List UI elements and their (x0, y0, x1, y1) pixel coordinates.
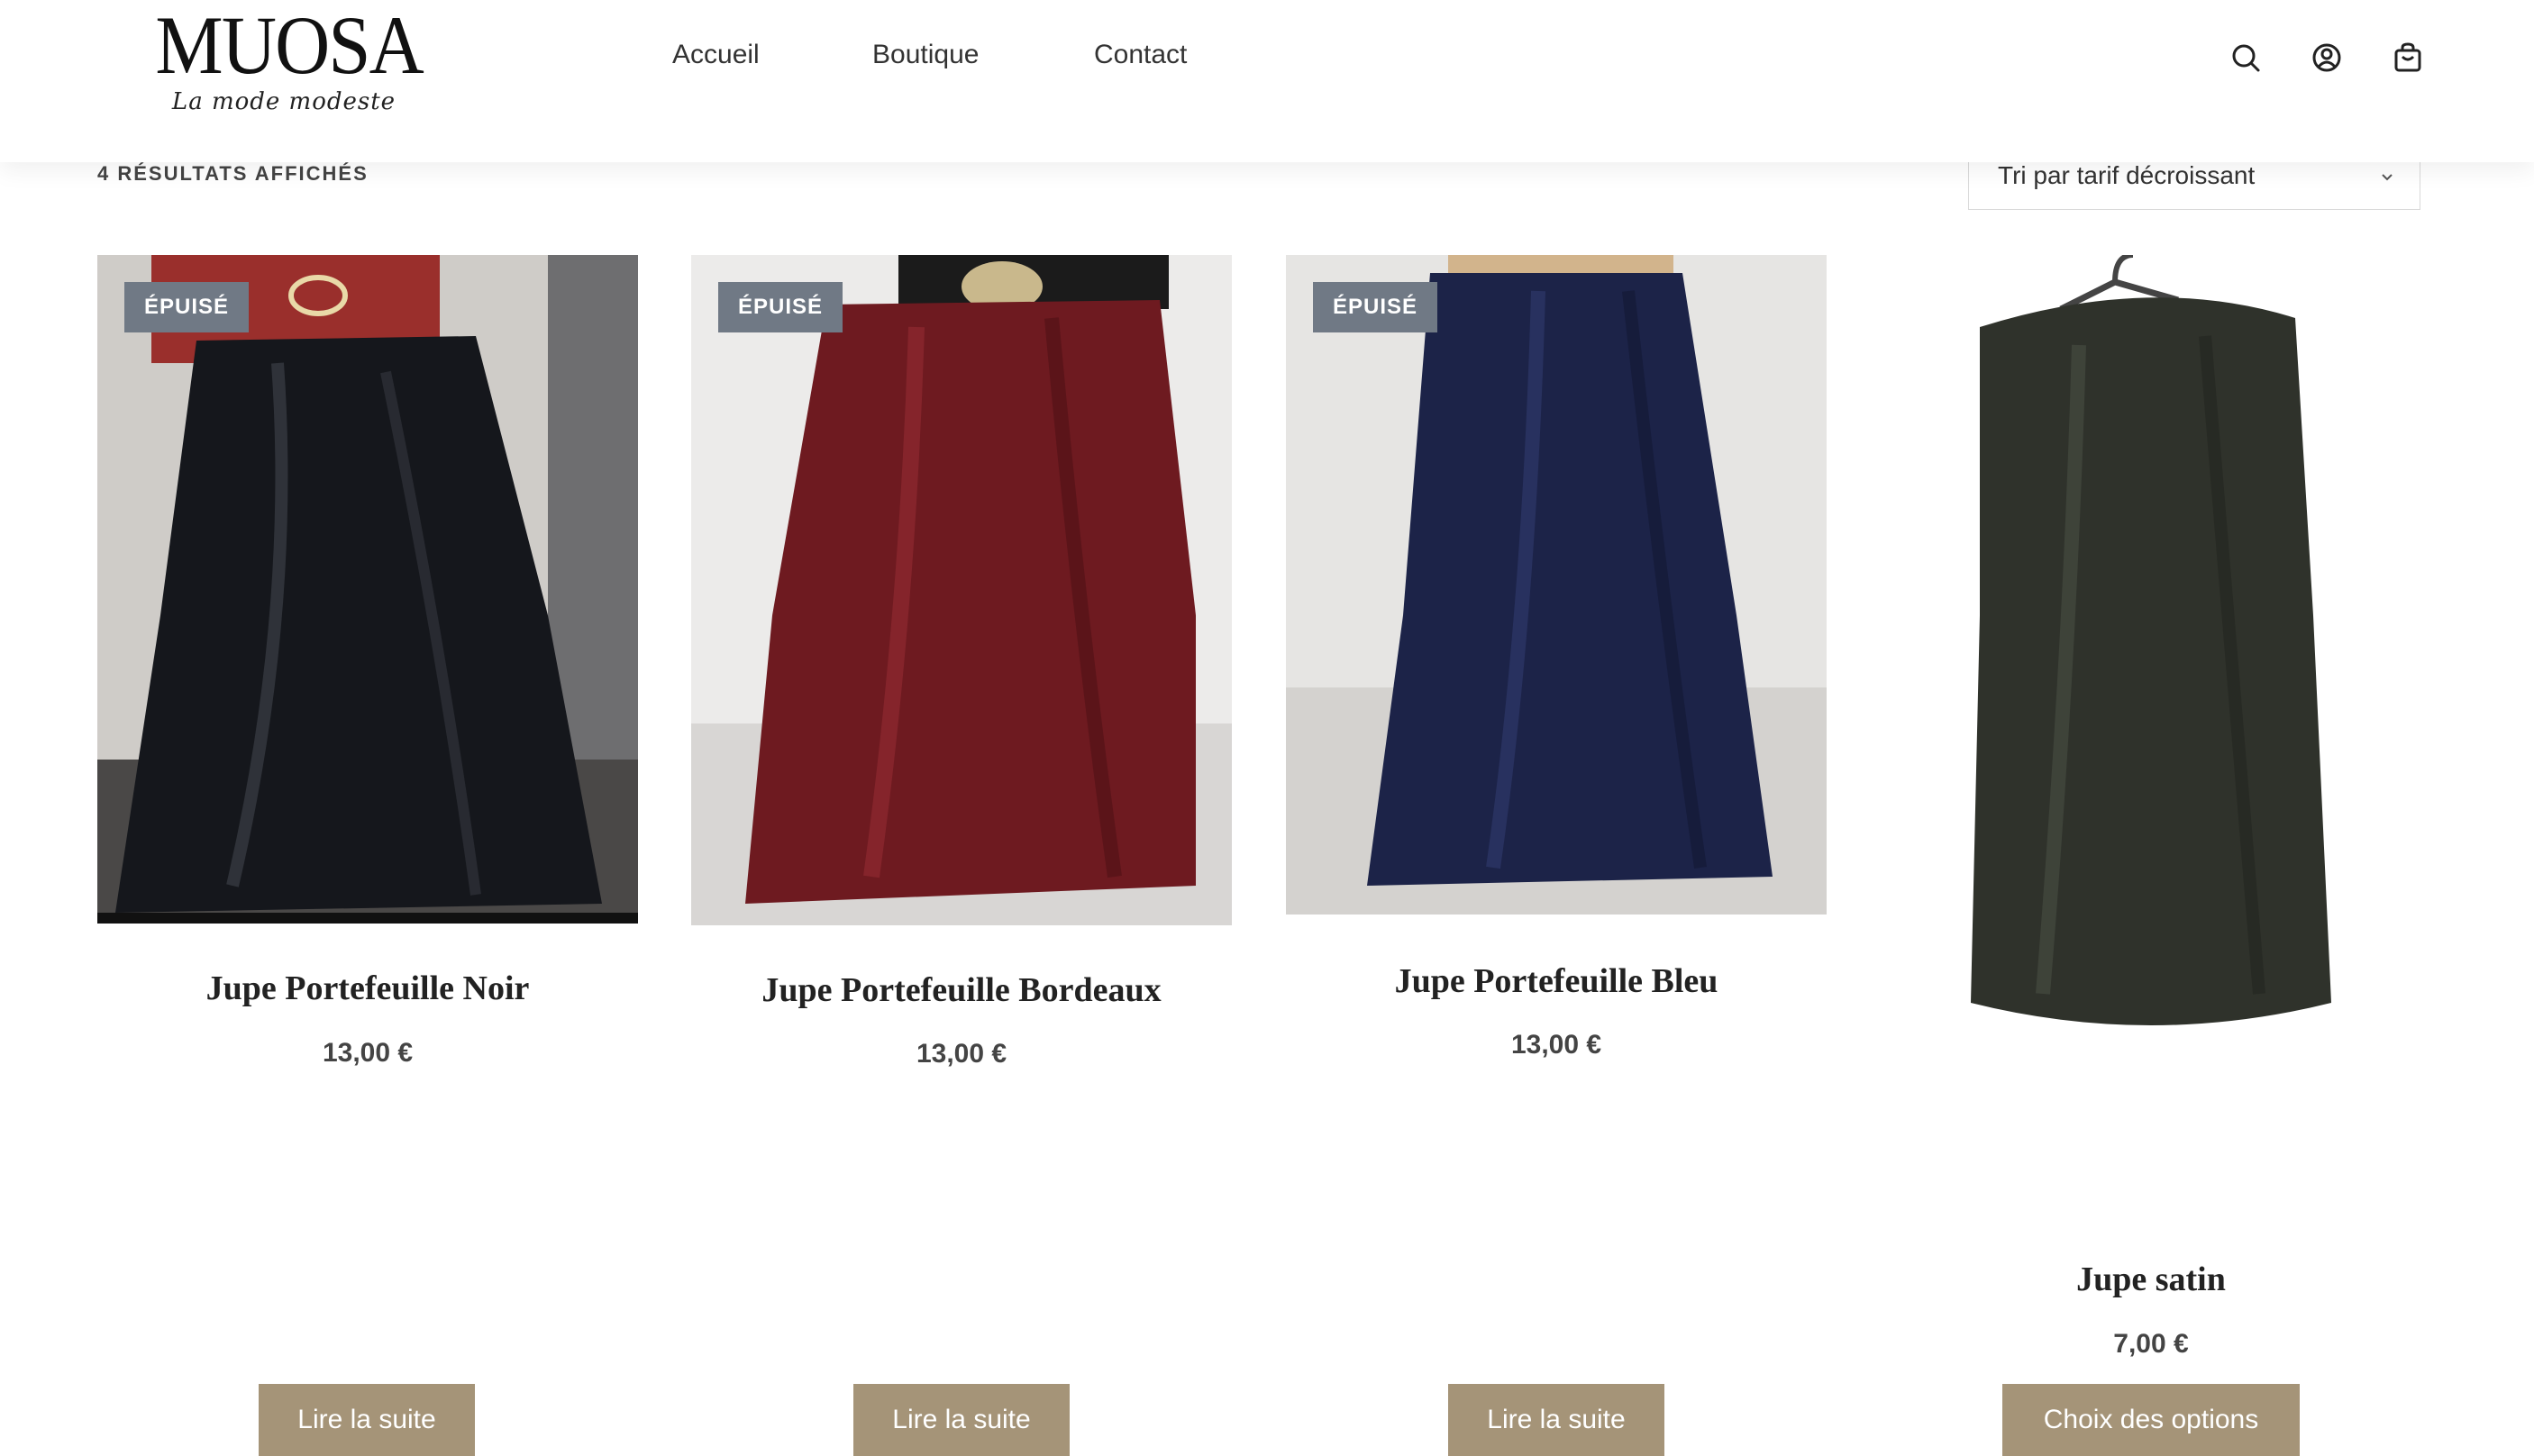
nav-contact[interactable]: Contact (1094, 40, 1187, 70)
account-icon[interactable] (2309, 40, 2345, 76)
nav-boutique[interactable]: Boutique (872, 40, 979, 70)
product-price: 13,00 € (1510, 1030, 1602, 1060)
product-image[interactable]: ÉPUISÉ (691, 255, 1232, 925)
logo-wordmark: MUOSA (155, 0, 424, 91)
sold-out-badge: ÉPUISÉ (718, 282, 843, 332)
product-title[interactable]: Jupe satin (1881, 1260, 2421, 1299)
read-more-button[interactable]: Lire la suite (853, 1384, 1070, 1456)
search-icon[interactable] (2228, 40, 2264, 76)
cart-icon[interactable] (2390, 40, 2426, 76)
skirt-photo-noir (97, 255, 638, 924)
results-count: 4 RÉSULTATS AFFICHÉS (97, 162, 369, 185)
product-image[interactable]: ÉPUISÉ (1286, 255, 1827, 915)
read-more-button[interactable]: Lire la suite (1448, 1384, 1664, 1456)
sort-selected-value: Tri par tarif décroissant (1998, 161, 2256, 189)
skirt-photo-satin (1971, 255, 2331, 1026)
site-logo[interactable]: MUOSA La mode modeste (144, 0, 424, 117)
product-title[interactable]: Jupe Portefeuille Noir (97, 969, 638, 1008)
sold-out-badge: ÉPUISÉ (124, 282, 250, 332)
product-title[interactable]: Jupe Portefeuille Bleu (1286, 961, 1827, 1001)
product-image[interactable] (1881, 255, 2421, 1210)
logo-tagline: La mode modeste (171, 88, 397, 115)
product-image[interactable]: ÉPUISÉ (97, 255, 638, 924)
header-icons (2228, 40, 2435, 76)
product-price: 13,00 € (322, 1038, 414, 1068)
sold-out-badge: ÉPUISÉ (1313, 282, 1438, 332)
product-title[interactable]: Jupe Portefeuille Bordeaux (691, 970, 1232, 1010)
read-more-button[interactable]: Lire la suite (259, 1384, 475, 1456)
skirt-photo-bleu (1286, 255, 1827, 915)
product-price: 7,00 € (2113, 1329, 2189, 1359)
choose-options-button[interactable]: Choix des options (2002, 1384, 2300, 1456)
site-header: MUOSA La mode modeste Accueil Boutique C… (0, 0, 2534, 162)
chevron-down-icon (2382, 174, 2393, 181)
product-price: 13,00 € (916, 1039, 1007, 1069)
nav-accueil[interactable]: Accueil (672, 40, 760, 70)
skirt-photo-bordeaux (691, 255, 1232, 925)
